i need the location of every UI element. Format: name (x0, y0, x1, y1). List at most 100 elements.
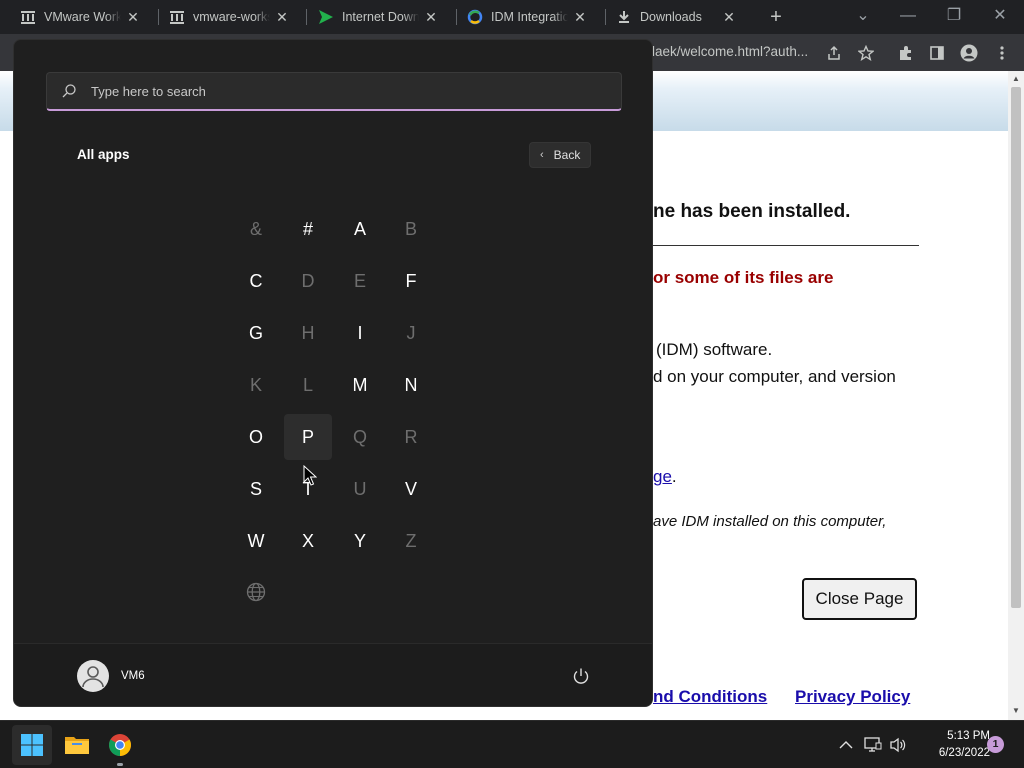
link-period: . (671, 467, 677, 486)
link-line: ge. (653, 467, 677, 487)
vmware-museum-icon (169, 9, 185, 25)
clock-date[interactable]: 6/23/2022 (920, 747, 990, 759)
power-icon[interactable] (571, 666, 591, 686)
tab-title: IDM Integration (491, 10, 568, 24)
letter-o[interactable]: O (232, 414, 280, 460)
privacy-policy-link[interactable]: Privacy Policy (795, 687, 910, 707)
file-explorer-button[interactable] (57, 725, 97, 765)
letter-y[interactable]: Y (336, 518, 384, 564)
address-bar[interactable]: laek/welcome.html?auth... (652, 44, 817, 59)
globe-icon (232, 569, 280, 615)
page-link[interactable]: ge (653, 467, 672, 486)
chevron-up-icon[interactable] (836, 735, 856, 755)
search-placeholder: Type here to search (91, 84, 206, 99)
italic-note: ave IDM installed on this computer, (653, 513, 887, 530)
notification-badge[interactable]: 1 (987, 736, 1004, 753)
tab-title: Downloads (640, 10, 702, 24)
terms-link[interactable]: nd Conditions (653, 687, 767, 707)
close-tab-icon[interactable]: ✕ (274, 9, 290, 26)
bookmark-star-icon[interactable] (855, 42, 877, 64)
letter-q: Q (352, 426, 367, 447)
chrome-icon (109, 734, 131, 756)
letter-h: H (301, 322, 315, 343)
scroll-up-arrow-icon[interactable]: ▲ (1010, 74, 1022, 84)
letter-g[interactable]: G (232, 310, 280, 356)
mouse-cursor-icon (303, 465, 317, 486)
letter-c[interactable]: C (232, 258, 280, 304)
tab-search-chevron-icon[interactable]: ⌄ (853, 6, 873, 26)
close-tab-icon[interactable]: ✕ (423, 9, 439, 26)
side-panel-icon[interactable] (926, 42, 948, 64)
letter-x[interactable]: X (284, 518, 332, 564)
chrome-taskbar-button[interactable] (100, 725, 140, 765)
body-line-1: (IDM) software. (656, 340, 773, 359)
tab-title: vmware-workst (193, 10, 270, 24)
close-tab-icon[interactable]: ✕ (125, 9, 141, 26)
letter-l: L (302, 374, 313, 395)
chevron-left-icon: ‹ (540, 149, 544, 161)
letter-ampersand: & (249, 218, 262, 239)
close-window-icon[interactable]: ✕ (990, 6, 1010, 26)
browser-tab-strip: VMware Workst ✕ vmware-workst ✕ Internet… (0, 0, 1024, 34)
letter-m[interactable]: M (336, 362, 384, 408)
letter-b: B (404, 218, 417, 239)
tab-vmware-workstation-2[interactable]: vmware-workst ✕ (149, 0, 298, 34)
volume-icon[interactable] (888, 735, 908, 755)
tab-idm-integration[interactable]: IDM Integration ✕ (447, 0, 596, 34)
close-page-button[interactable]: Close Page (802, 578, 917, 620)
start-search-box[interactable]: Type here to search (46, 72, 622, 111)
back-label: Back (553, 148, 581, 162)
start-menu: Type here to search All apps ‹ Back & # … (13, 39, 653, 707)
windows-start-button[interactable] (12, 725, 52, 765)
all-apps-title: All apps (77, 147, 130, 162)
extensions-puzzle-icon[interactable] (895, 42, 917, 64)
tab-title: Internet Downlo (342, 10, 419, 24)
close-tab-icon[interactable]: ✕ (572, 9, 588, 26)
close-tab-icon[interactable]: ✕ (721, 9, 737, 26)
body-line-2: d on your computer, and version (653, 367, 896, 386)
letter-j: J (406, 322, 416, 343)
profile-icon[interactable] (958, 42, 980, 64)
minimize-icon[interactable]: — (898, 6, 918, 26)
network-icon[interactable] (863, 735, 883, 755)
heading-divider (653, 245, 919, 246)
download-icon (616, 9, 632, 25)
page-heading: ne has been installed. (653, 201, 851, 222)
letter-n[interactable]: N (387, 362, 435, 408)
letter-v[interactable]: V (387, 466, 435, 512)
letter-i[interactable]: I (336, 310, 384, 356)
letter-w[interactable]: W (232, 518, 280, 564)
scrollbar-thumb[interactable] (1011, 87, 1021, 608)
restore-icon[interactable]: ❐ (944, 6, 964, 26)
avatar[interactable] (77, 660, 109, 692)
idm-arrow-icon (318, 9, 334, 25)
letter-s[interactable]: S (232, 466, 280, 512)
letter-p[interactable]: P (284, 414, 332, 460)
share-icon[interactable] (823, 42, 845, 64)
letter-d: D (301, 270, 315, 291)
letter-a[interactable]: A (336, 206, 384, 252)
user-name[interactable]: VM6 (121, 670, 145, 682)
tab-vmware-workstation-1[interactable]: VMware Workst ✕ (0, 0, 149, 34)
scroll-down-arrow-icon[interactable]: ▼ (1010, 706, 1022, 716)
letter-f[interactable]: F (387, 258, 435, 304)
letter-hash[interactable]: # (284, 206, 332, 252)
idm-integration-icon (467, 9, 483, 25)
letter-u: U (353, 478, 367, 499)
warning-text: or some of its files are (653, 268, 834, 287)
letter-k: K (249, 374, 262, 395)
start-menu-footer: VM6 (14, 643, 652, 706)
tab-title: VMware Workst (44, 10, 121, 24)
back-button[interactable]: ‹ Back (529, 142, 591, 168)
tab-internet-download-manager[interactable]: Internet Downlo ✕ (298, 0, 447, 34)
windows-start-icon (21, 734, 43, 756)
clock-time[interactable]: 5:13 PM (920, 730, 990, 742)
new-tab-button[interactable]: + (766, 7, 786, 27)
letter-e: E (353, 270, 366, 291)
letter-z: Z (405, 530, 417, 551)
windows-taskbar: 5:13 PM 6/23/2022 1 (0, 720, 1024, 768)
tab-downloads[interactable]: Downloads ✕ (596, 0, 745, 34)
vmware-museum-icon (20, 9, 36, 25)
running-indicator (117, 763, 123, 766)
chrome-menu-icon[interactable] (991, 42, 1013, 64)
